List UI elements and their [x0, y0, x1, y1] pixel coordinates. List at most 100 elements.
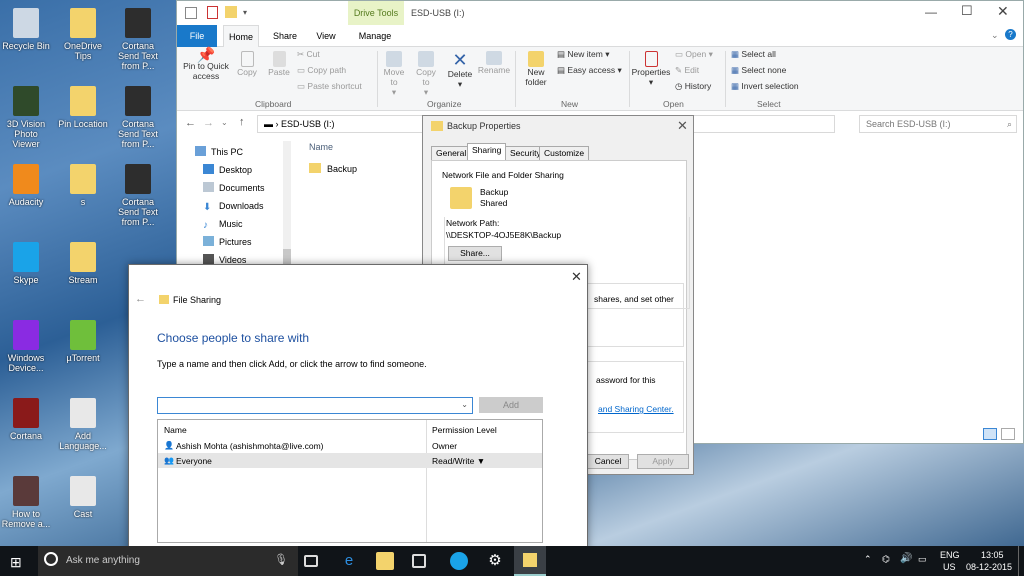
- dropdown-arrow-icon[interactable]: ⌄: [461, 400, 468, 409]
- store-icon[interactable]: [412, 554, 426, 568]
- column-header-name[interactable]: Name: [164, 425, 187, 435]
- copy-button[interactable]: Copy: [233, 51, 261, 77]
- desktop-icon[interactable]: Cortana Send Text from P...: [112, 86, 164, 149]
- nav-scrollbar[interactable]: [283, 141, 291, 271]
- desktop-icon[interactable]: Recycle Bin: [0, 8, 52, 51]
- network-icon[interactable]: ⌬: [882, 554, 890, 565]
- select-all-button[interactable]: ▦ Select all: [731, 49, 776, 59]
- up-icon[interactable]: ↑: [239, 116, 245, 128]
- notification-icon[interactable]: ▭: [918, 554, 927, 565]
- tab-share[interactable]: Share: [267, 25, 303, 47]
- copy-path-button[interactable]: ▭ Copy path: [297, 65, 346, 75]
- clock-date[interactable]: 08-12-2015: [966, 562, 1012, 572]
- tab-file[interactable]: File: [177, 25, 217, 47]
- desktop-icon[interactable]: Cortana: [0, 398, 52, 441]
- tab-sharing[interactable]: Sharing: [467, 143, 507, 160]
- column-header-name[interactable]: Name: [309, 142, 333, 152]
- desktop-icon[interactable]: 3D Vision Photo Viewer: [0, 86, 52, 149]
- pin-quick-access-button[interactable]: 📌 Pin to Quick access: [181, 48, 231, 81]
- tab-general[interactable]: General: [431, 146, 472, 160]
- minimize-icon[interactable]: —: [925, 5, 937, 19]
- large-icons-view-icon[interactable]: [1001, 428, 1015, 440]
- new-folder-button[interactable]: New folder: [519, 51, 553, 87]
- show-desktop-button[interactable]: [1018, 546, 1022, 576]
- new-item-button[interactable]: ▤ New item ▾: [557, 49, 609, 59]
- properties-quick-icon[interactable]: [207, 6, 218, 19]
- file-explorer-icon[interactable]: [376, 552, 394, 570]
- nav-music[interactable]: ♪ Music: [203, 217, 243, 231]
- close-icon[interactable]: ✕: [677, 118, 688, 134]
- desktop-icon[interactable]: Skype: [0, 242, 52, 285]
- easy-access-button[interactable]: ▤ Easy access ▾: [557, 65, 622, 75]
- share-button[interactable]: Share...: [448, 246, 502, 261]
- desktop-icon[interactable]: Cast: [57, 476, 109, 519]
- nav-documents[interactable]: Documents: [203, 181, 265, 195]
- file-item-backup[interactable]: Backup: [309, 163, 357, 174]
- nav-downloads[interactable]: ⬇ Downloads: [203, 199, 264, 213]
- desktop-icon[interactable]: s: [57, 164, 109, 207]
- delete-button[interactable]: ✕ Delete ▾: [445, 51, 475, 89]
- active-app-button[interactable]: [514, 546, 546, 576]
- search-input[interactable]: Search ESD-USB (I:) ⌕: [859, 115, 1017, 133]
- sharing-center-link[interactable]: and Sharing Center.: [598, 404, 674, 414]
- add-button[interactable]: Add: [479, 397, 543, 413]
- task-view-icon[interactable]: [304, 555, 318, 567]
- nav-desktop[interactable]: Desktop: [203, 163, 252, 177]
- forward-icon[interactable]: →: [203, 117, 214, 129]
- edge-icon[interactable]: e: [340, 552, 358, 570]
- invert-selection-button[interactable]: ▦ Invert selection: [731, 81, 799, 91]
- desktop-icon[interactable]: Add Language...: [57, 398, 109, 451]
- microphone-icon[interactable]: 🎙: [274, 553, 288, 566]
- nav-pictures[interactable]: Pictures: [203, 235, 252, 249]
- desktop-icon[interactable]: Audacity: [0, 164, 52, 207]
- qa-dropdown-icon[interactable]: ▾: [243, 8, 247, 17]
- tab-home[interactable]: Home: [223, 25, 259, 47]
- permission-dropdown[interactable]: Read/Write ▼: [432, 456, 485, 466]
- ribbon-expand-icon[interactable]: ⌄: [991, 30, 999, 41]
- skype-icon[interactable]: [450, 552, 468, 570]
- desktop-icon[interactable]: Windows Device...: [0, 320, 52, 373]
- paste-button[interactable]: Paste: [265, 51, 293, 77]
- desktop-icon[interactable]: How to Remove a...: [0, 476, 52, 529]
- desktop-icon[interactable]: Stream: [57, 242, 109, 285]
- cut-button[interactable]: ✂ Cut: [297, 49, 320, 59]
- tab-customize[interactable]: Customize: [539, 146, 590, 160]
- tab-view[interactable]: View: [309, 25, 343, 47]
- table-row[interactable]: 👥 Everyone Read/Write ▼: [158, 453, 542, 468]
- select-none-button[interactable]: ▦ Select none: [731, 65, 786, 75]
- copy-to-button[interactable]: Copy to ▾: [413, 51, 439, 97]
- folder-quick-icon[interactable]: [225, 6, 237, 18]
- back-icon[interactable]: ←: [135, 293, 146, 305]
- table-row[interactable]: 👤 Ashish Mohta (ashishmohta@live.com) Ow…: [158, 438, 542, 453]
- people-combobox[interactable]: ⌄: [157, 397, 473, 414]
- apply-button[interactable]: Apply: [637, 454, 689, 469]
- edit-button[interactable]: ✎ Edit: [675, 65, 699, 75]
- close-icon[interactable]: ✕: [571, 269, 582, 285]
- move-to-button[interactable]: Move to ▾: [381, 51, 407, 97]
- cancel-button[interactable]: Cancel: [587, 454, 629, 469]
- desktop-icon[interactable]: OneDrive Tips: [57, 8, 109, 61]
- start-icon[interactable]: ⊞: [10, 554, 22, 571]
- nav-this-pc[interactable]: This PC: [195, 145, 243, 159]
- volume-icon[interactable]: 🔊: [900, 553, 912, 564]
- desktop-icon[interactable]: Pin Location: [57, 86, 109, 129]
- open-button[interactable]: ▭ Open ▾: [675, 49, 713, 59]
- settings-icon[interactable]: ⚙: [486, 552, 504, 570]
- desktop-icon[interactable]: Cortana Send Text from P...: [112, 164, 164, 227]
- desktop-icon[interactable]: Cortana Send Text from P...: [112, 8, 164, 71]
- language-code[interactable]: ENG: [940, 550, 960, 560]
- clock-time[interactable]: 13:05: [981, 550, 1004, 560]
- rename-button[interactable]: Rename: [477, 51, 511, 75]
- region-code[interactable]: US: [943, 562, 956, 572]
- help-icon[interactable]: ?: [1005, 29, 1016, 40]
- maximize-icon[interactable]: ☐: [961, 3, 973, 19]
- back-icon[interactable]: ←: [185, 117, 196, 129]
- history-button[interactable]: ◷ History: [675, 81, 711, 91]
- show-hidden-icons[interactable]: ⌃: [864, 554, 872, 565]
- recent-dropdown-icon[interactable]: ⌄: [221, 118, 228, 127]
- details-view-icon[interactable]: [983, 428, 997, 440]
- paste-shortcut-button[interactable]: ▭ Paste shortcut: [297, 81, 362, 91]
- tab-manage[interactable]: Manage: [349, 25, 401, 47]
- cortana-search-box[interactable]: Ask me anything 🎙: [38, 546, 298, 576]
- close-icon[interactable]: ✕: [997, 3, 1009, 20]
